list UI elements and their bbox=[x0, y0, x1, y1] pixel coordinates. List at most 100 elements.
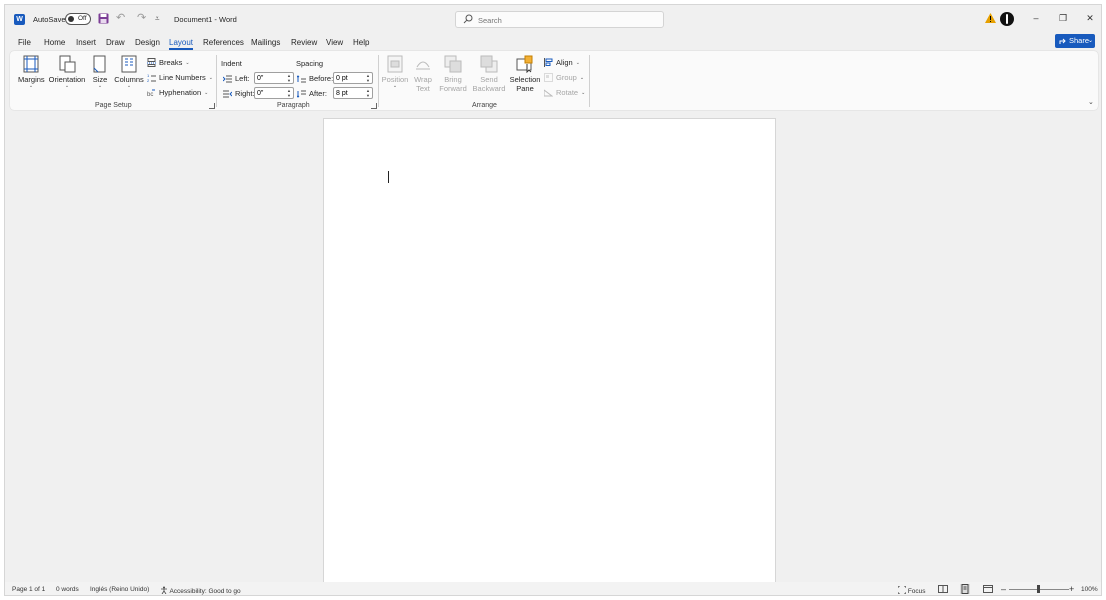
spacing-after-spinner[interactable]: ▲▼ bbox=[333, 87, 373, 99]
document-page[interactable] bbox=[323, 118, 776, 588]
close-button[interactable]: ✕ bbox=[1083, 11, 1097, 25]
align-button[interactable]: Align ⌄ bbox=[544, 58, 580, 67]
autosave-label: AutoSave bbox=[33, 15, 66, 24]
share-button[interactable]: Share ⌄ bbox=[1055, 34, 1095, 48]
accessibility-label: Accessibility: Good to go bbox=[169, 588, 241, 595]
share-label: Share bbox=[1069, 36, 1090, 45]
read-mode-icon[interactable] bbox=[938, 584, 948, 594]
chevron-down-icon: ⌄ bbox=[575, 59, 580, 66]
tab-layout[interactable]: Layout bbox=[169, 38, 194, 50]
page-setup-launcher-icon[interactable] bbox=[209, 103, 215, 109]
paragraph-launcher-icon[interactable] bbox=[371, 103, 377, 109]
chevron-down-icon: ⌄ bbox=[581, 89, 586, 96]
spacing-after-label: After: bbox=[297, 89, 327, 98]
zoom-out-button[interactable]: – bbox=[1001, 584, 1006, 594]
page-count[interactable]: Page 1 of 1 bbox=[12, 586, 45, 593]
indent-right-label: Right: bbox=[223, 89, 255, 98]
chevron-down-icon: ⌄ bbox=[97, 83, 103, 89]
toggle-knob bbox=[68, 16, 74, 22]
send-backward-button[interactable]: Send Backward bbox=[472, 55, 506, 93]
print-layout-icon[interactable] bbox=[960, 584, 970, 594]
accessibility-status[interactable]: Accessibility: Good to go bbox=[160, 586, 241, 595]
indent-right-spinner[interactable]: ▲▼ bbox=[254, 87, 294, 99]
bring-forward-button[interactable]: Bring Forward bbox=[438, 55, 468, 93]
document-area[interactable] bbox=[5, 113, 1101, 588]
spinner-arrows-icon[interactable]: ▲ ▼ bbox=[365, 73, 371, 83]
group-button[interactable]: Group ⌄ bbox=[544, 73, 584, 82]
spacing-before-spinner[interactable]: ▲▼ bbox=[333, 72, 373, 84]
spacing-after-input[interactable] bbox=[336, 89, 364, 98]
save-icon[interactable] bbox=[98, 13, 109, 24]
line-numbers-icon: 12 bbox=[147, 73, 156, 82]
columns-button[interactable]: Columns ⌄ bbox=[114, 55, 144, 89]
focus-mode-button[interactable]: Focus bbox=[897, 585, 926, 595]
rotate-label: Rotate bbox=[556, 88, 579, 97]
paragraph-group-label: Paragraph bbox=[277, 102, 310, 109]
spinner-arrows-icon[interactable]: ▲ ▼ bbox=[365, 88, 371, 98]
chevron-down-icon: ⌄ bbox=[208, 74, 213, 81]
chevron-down-icon: ⌄ bbox=[392, 83, 398, 89]
wrap-text-button[interactable]: Wrap Text bbox=[412, 55, 434, 93]
autosave-state: Off bbox=[78, 15, 87, 22]
orientation-button[interactable]: Orientation ⌄ bbox=[48, 55, 86, 89]
word-count[interactable]: 0 words bbox=[56, 586, 79, 593]
zoom-slider-thumb[interactable] bbox=[1037, 585, 1040, 593]
tab-help[interactable]: Help bbox=[353, 38, 369, 47]
tab-references[interactable]: References bbox=[203, 38, 244, 47]
collapse-ribbon-icon[interactable]: ⌄ bbox=[1088, 98, 1096, 106]
tab-draw[interactable]: Draw bbox=[106, 38, 125, 47]
redo-icon[interactable]: ↷ bbox=[137, 13, 149, 24]
hyphenation-label: Hyphenation bbox=[159, 88, 202, 97]
spinner-arrows-icon[interactable]: ▲ ▼ bbox=[286, 73, 292, 83]
breaks-button[interactable]: Breaks ⌄ bbox=[147, 58, 190, 67]
language-indicator[interactable]: Inglés (Reino Unido) bbox=[90, 586, 149, 593]
group-divider bbox=[378, 55, 379, 107]
chevron-down-icon: ⌄ bbox=[579, 74, 585, 81]
hyphenation-icon: bc bbox=[147, 89, 155, 97]
selection-pane-label-2: Pane bbox=[516, 84, 534, 93]
tab-design[interactable]: Design bbox=[135, 38, 160, 47]
tab-mailings[interactable]: Mailings bbox=[251, 38, 280, 47]
ribbon-layout: Margins ⌄ Orientation ⌄ Size ⌄ Columns ⌄… bbox=[10, 51, 1098, 110]
spinner-arrows-icon[interactable]: ▲ ▼ bbox=[286, 88, 292, 98]
web-layout-icon[interactable] bbox=[983, 584, 993, 594]
search-input[interactable] bbox=[478, 14, 658, 26]
spacing-header: Spacing bbox=[296, 59, 324, 68]
share-icon bbox=[1059, 38, 1066, 44]
customize-toolbar-icon[interactable]: ⩡ bbox=[155, 14, 163, 24]
breaks-icon bbox=[147, 58, 156, 67]
zoom-in-button[interactable]: + bbox=[1069, 584, 1074, 594]
orientation-icon bbox=[59, 55, 76, 73]
word-app-icon[interactable]: W bbox=[14, 14, 25, 25]
zoom-level[interactable]: 100% bbox=[1081, 586, 1098, 593]
indent-left-spinner[interactable]: ▲▼ bbox=[254, 72, 294, 84]
tab-review[interactable]: Review bbox=[291, 38, 317, 47]
spacing-before-input[interactable] bbox=[336, 74, 364, 83]
hyphenation-button[interactable]: bc Hyphenation ⌄ bbox=[147, 88, 208, 97]
selection-pane-button[interactable]: Selection Pane bbox=[509, 55, 541, 93]
indent-left-input[interactable] bbox=[257, 74, 285, 83]
spacing-before-icon bbox=[297, 74, 306, 82]
user-avatar[interactable] bbox=[1000, 12, 1014, 26]
size-button[interactable]: Size ⌄ bbox=[89, 55, 111, 89]
autosave-toggle[interactable]: Off bbox=[65, 13, 91, 25]
minimize-button[interactable]: – bbox=[1029, 11, 1043, 25]
svg-text:bc: bc bbox=[147, 92, 153, 97]
group-icon bbox=[544, 73, 553, 82]
warning-icon[interactable] bbox=[985, 13, 996, 23]
position-button[interactable]: Position ⌄ bbox=[381, 55, 409, 89]
spacing-after-icon bbox=[297, 90, 306, 98]
margins-icon bbox=[23, 55, 39, 73]
search-box[interactable] bbox=[455, 11, 664, 28]
rotate-button[interactable]: Rotate ⌄ bbox=[544, 88, 585, 97]
tab-insert[interactable]: Insert bbox=[76, 38, 96, 47]
tab-view[interactable]: View bbox=[326, 38, 343, 47]
restore-button[interactable]: ❐ bbox=[1056, 11, 1070, 25]
indent-right-icon bbox=[223, 90, 232, 97]
line-numbers-button[interactable]: 12 Line Numbers ⌄ bbox=[147, 73, 213, 82]
tab-home[interactable]: Home bbox=[44, 38, 65, 47]
indent-right-input[interactable] bbox=[257, 89, 285, 98]
undo-icon[interactable]: ↶ bbox=[116, 13, 130, 24]
tab-file[interactable]: File bbox=[18, 38, 31, 47]
margins-button[interactable]: Margins ⌄ bbox=[18, 55, 45, 89]
